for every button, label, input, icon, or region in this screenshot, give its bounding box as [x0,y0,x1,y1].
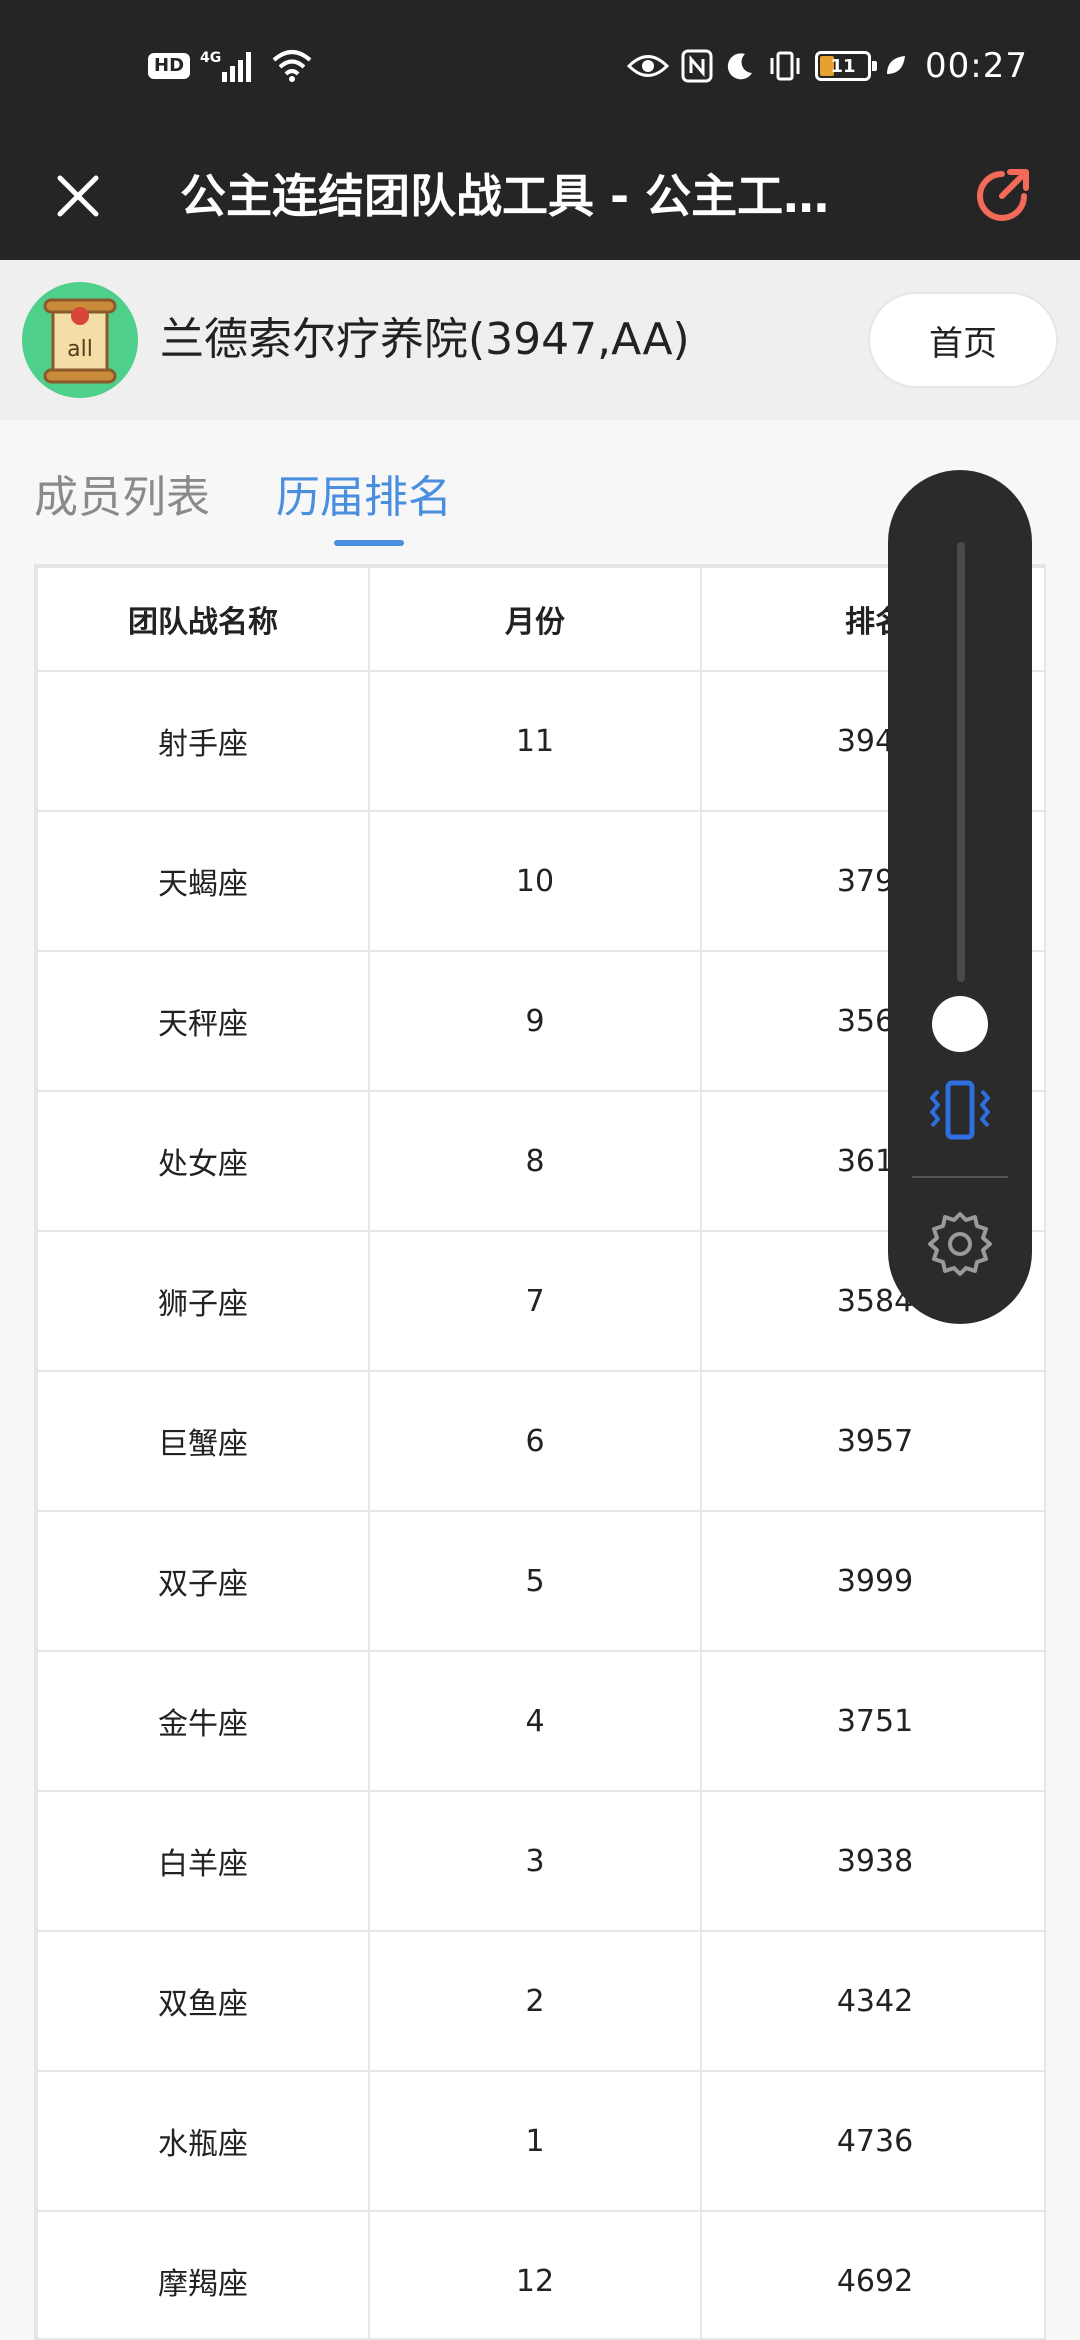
volume-panel [888,470,1032,1324]
cell-rank: 3751 [700,1650,1044,1792]
cell-month: 4 [368,1650,702,1792]
cell-rank: 3957 [700,1370,1044,1512]
table-row: 白羊座 3 3938 [36,1790,1044,1932]
cell-rank: 4692 [700,2210,1044,2338]
column-header-name: 团队战名称 [36,566,370,672]
cell-name: 摩羯座 [36,2210,370,2338]
close-icon [57,175,99,217]
table-row: 水瓶座 1 4736 [36,2070,1044,2212]
cell-month: 6 [368,1370,702,1512]
vibrate-status-icon [770,51,800,81]
table-row: 金牛座 4 3751 [36,1650,1044,1792]
vibrate-icon [930,1080,990,1140]
cell-rank: 3938 [700,1790,1044,1932]
signal-icon: 4G [200,50,252,82]
avatar: all [22,282,138,398]
volume-slider-track[interactable] [957,542,965,982]
cell-month: 3 [368,1790,702,1932]
nfc-icon [681,49,713,83]
status-bar: HD 4G 11 00:27 [0,0,1080,132]
column-header-month: 月份 [368,566,702,672]
status-right: 11 00:27 [627,40,1028,92]
guild-name: 兰德索尔疗养院(3947,AA) [160,314,690,365]
cell-name: 射手座 [36,670,370,812]
cell-name: 双子座 [36,1510,370,1652]
title-bar: 公主连结团队战工具 - 公主工… [0,132,1080,260]
table-row: 摩羯座 12 4692 [36,2210,1044,2338]
page-title: 公主连结团队战工具 - 公主工… [180,169,830,223]
cell-month: 12 [368,2210,702,2338]
status-left: HD 4G [148,44,314,88]
table-row: 双鱼座 2 4342 [36,1930,1044,2072]
battery-level: 11 [830,55,856,77]
table-row: 巨蟹座 6 3957 [36,1370,1044,1512]
cell-name: 水瓶座 [36,2070,370,2212]
cell-name: 处女座 [36,1090,370,1232]
cell-month: 1 [368,2070,702,2212]
network-type: 4G [200,50,221,66]
battery-icon: 11 [815,51,878,81]
cell-name: 天秤座 [36,950,370,1092]
hd-badge: HD [148,53,191,79]
volume-slider-handle[interactable] [932,996,988,1052]
cell-month: 7 [368,1230,702,1372]
gear-icon [928,1212,992,1276]
share-button[interactable] [960,154,1044,238]
cell-month: 2 [368,1930,702,2072]
tab-members[interactable]: 成员列表 [34,468,210,528]
cell-name: 天蝎座 [36,810,370,952]
guild-header: all 兰德索尔疗养院(3947,AA) 首页 [0,260,1080,420]
cell-name: 白羊座 [36,1790,370,1932]
avatar-label: all [67,337,93,362]
cell-rank: 3999 [700,1510,1044,1652]
share-icon [977,169,1029,221]
cell-name: 巨蟹座 [36,1370,370,1512]
cell-name: 双鱼座 [36,1930,370,2072]
leaf-icon [887,56,906,74]
cell-month: 10 [368,810,702,952]
tab-history-rank[interactable]: 历届排名 [276,468,452,528]
cell-month: 9 [368,950,702,1092]
panel-divider [912,1176,1008,1178]
tab-active-indicator [334,540,404,546]
eye-icon [627,55,670,77]
settings-button[interactable] [922,1206,998,1282]
home-button[interactable]: 首页 [868,292,1058,388]
cell-month: 11 [368,670,702,812]
moon-icon [727,53,753,80]
close-button[interactable] [36,154,120,238]
table-row: 双子座 5 3999 [36,1510,1044,1652]
scroll-icon: all [43,298,117,384]
cell-rank: 4736 [700,2070,1044,2212]
cell-month: 5 [368,1510,702,1652]
cell-name: 狮子座 [36,1230,370,1372]
vibrate-toggle[interactable] [920,1070,1000,1150]
status-time: 00:27 [925,46,1028,86]
cell-month: 8 [368,1090,702,1232]
wifi-icon [272,50,312,82]
cell-name: 金牛座 [36,1650,370,1792]
cell-rank: 4342 [700,1930,1044,2072]
